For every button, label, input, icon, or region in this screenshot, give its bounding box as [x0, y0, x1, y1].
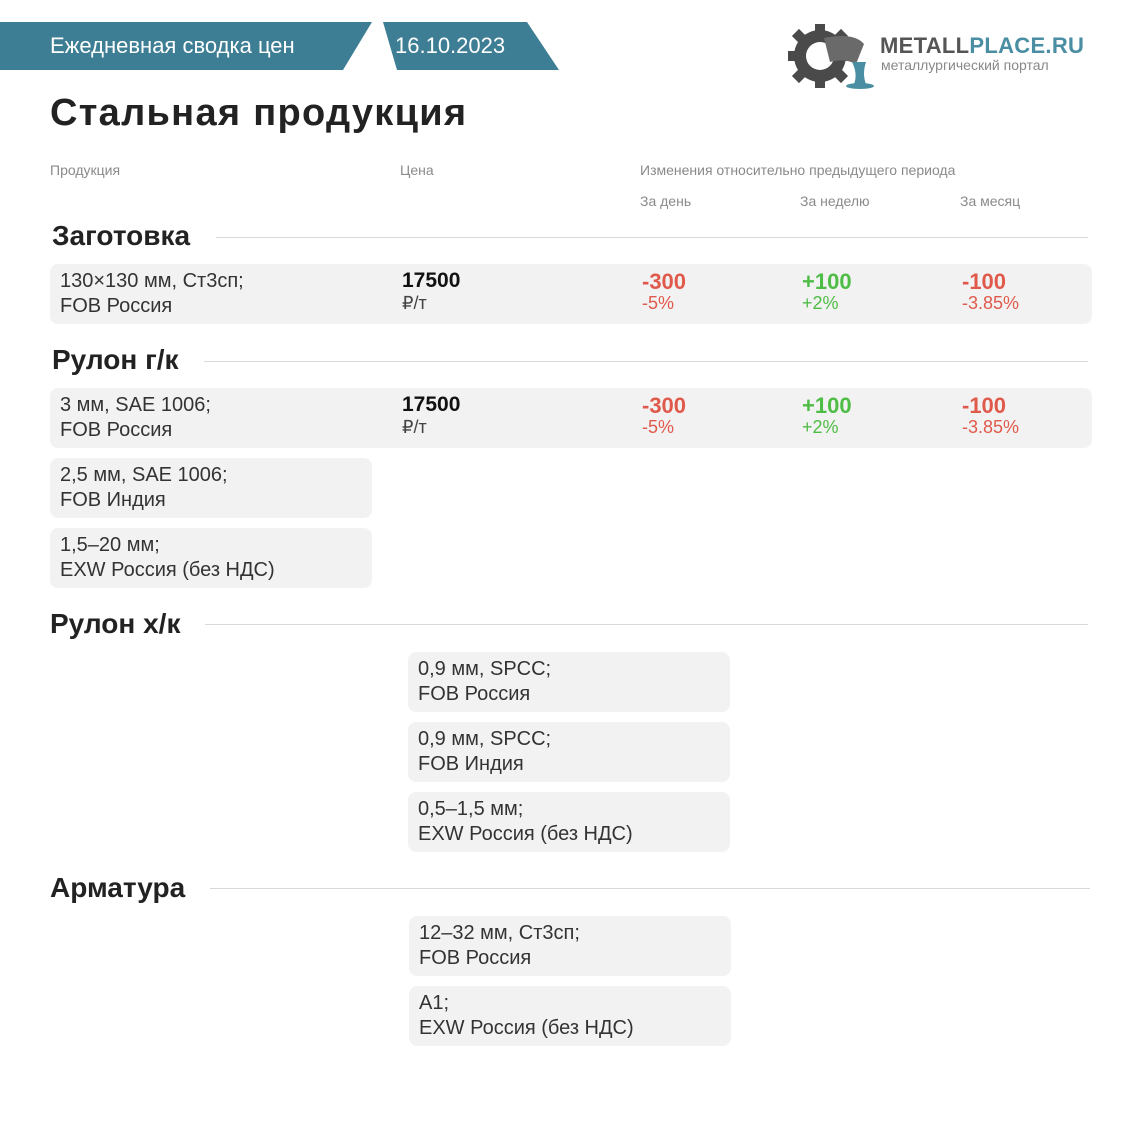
section-title-cold-rolled-coil: Рулон х/к [50, 608, 181, 639]
section-divider [204, 361, 1088, 362]
gear-logo-icon[interactable] [784, 18, 878, 90]
product-spec-line2: FOB Россия [419, 947, 532, 969]
change-week: +100 [802, 269, 852, 294]
product-spec-line1: 3 мм, SAE 1006; [60, 394, 211, 416]
report-date: 16.10.2023 [395, 33, 506, 58]
product-spec-line1: 0,9 мм, SPCC; [418, 658, 552, 680]
product-spec-line2: EXW Россия (без НДС) [60, 559, 275, 581]
logo-wordmark-b: PLACE.RU [969, 33, 1085, 58]
logo-wordmark-a: METALL [880, 33, 970, 58]
logo-wordmark[interactable]: METALLPLACE.RU [880, 33, 1084, 59]
section-title-rebar: Арматура [50, 872, 186, 903]
column-header-day: За день [640, 193, 692, 209]
change-month: -100 [962, 269, 1007, 294]
product-spec-line2: FOB Индия [418, 753, 524, 775]
column-header-changes: Изменения относительно предыдущего перио… [640, 162, 956, 178]
product-spec: 0,9 мм, SPCC; FOB Индия [418, 727, 551, 777]
product-spec-line2: FOB Россия [60, 419, 173, 441]
logo-subtitle: металлургический портал [881, 57, 1049, 73]
product-spec-line2: EXW Россия (без НДС) [418, 823, 633, 845]
column-header-price: Цена [400, 162, 434, 178]
product-spec-line2: FOB Россия [60, 295, 173, 317]
section-divider [210, 888, 1090, 889]
price-unit: ₽/т [402, 293, 427, 313]
product-spec-line1: 12–32 мм, Ст3сп; [419, 922, 580, 944]
change-week-percent: +2% [802, 417, 839, 437]
product-spec: 0,5–1,5 мм; EXW Россия (без НДС) [418, 797, 633, 847]
column-header-product: Продукция [50, 162, 121, 178]
change-week: +100 [802, 393, 852, 418]
change-day: -300 [642, 393, 687, 418]
section-title-hot-rolled-coil: Рулон г/к [52, 344, 179, 375]
section-divider [205, 624, 1088, 625]
product-spec-line1: 0,9 мм, SPCC; [418, 728, 552, 750]
price-value: 17500 [402, 393, 461, 416]
product-spec-line2: FOB Россия [418, 683, 531, 705]
change-month-percent: -3.85% [962, 417, 1020, 437]
change-month: -100 [962, 393, 1007, 418]
change-day-percent: -5% [642, 417, 675, 437]
product-spec-line1: A1; [419, 992, 450, 1014]
change-day: -300 [642, 269, 687, 294]
section-title-billet: Заготовка [52, 220, 191, 251]
product-spec: 130×130 мм, Ст3сп; FOB Россия [60, 269, 244, 319]
product-spec: 2,5 мм, SAE 1006; FOB Индия [60, 463, 228, 513]
product-spec: A1; EXW Россия (без НДС) [419, 991, 634, 1041]
price-value: 17500 [402, 269, 461, 292]
change-week-percent: +2% [802, 293, 839, 313]
product-spec-line2: FOB Индия [60, 489, 166, 511]
product-spec-line2: EXW Россия (без НДС) [419, 1017, 634, 1039]
price-unit: ₽/т [402, 417, 427, 437]
change-day-percent: -5% [642, 293, 675, 313]
product-spec-line1: 1,5–20 мм; [60, 534, 160, 556]
product-spec: 1,5–20 мм; EXW Россия (без НДС) [60, 533, 275, 583]
product-spec-line1: 2,5 мм, SAE 1006; [60, 464, 228, 486]
page-title: Стальная продукция [50, 92, 468, 134]
change-month-percent: -3.85% [962, 293, 1020, 313]
column-header-week: За неделю [800, 193, 870, 209]
product-spec: 3 мм, SAE 1006; FOB Россия [60, 393, 211, 443]
product-spec-line1: 130×130 мм, Ст3сп; [60, 270, 244, 292]
product-spec-line1: 0,5–1,5 мм; [418, 798, 524, 820]
section-divider [216, 237, 1088, 238]
column-header-month: За месяц [960, 193, 1021, 209]
product-spec: 0,9 мм, SPCC; FOB Россия [418, 657, 551, 707]
report-title: Ежедневная сводка цен [50, 33, 295, 58]
product-spec: 12–32 мм, Ст3сп; FOB Россия [419, 921, 580, 971]
